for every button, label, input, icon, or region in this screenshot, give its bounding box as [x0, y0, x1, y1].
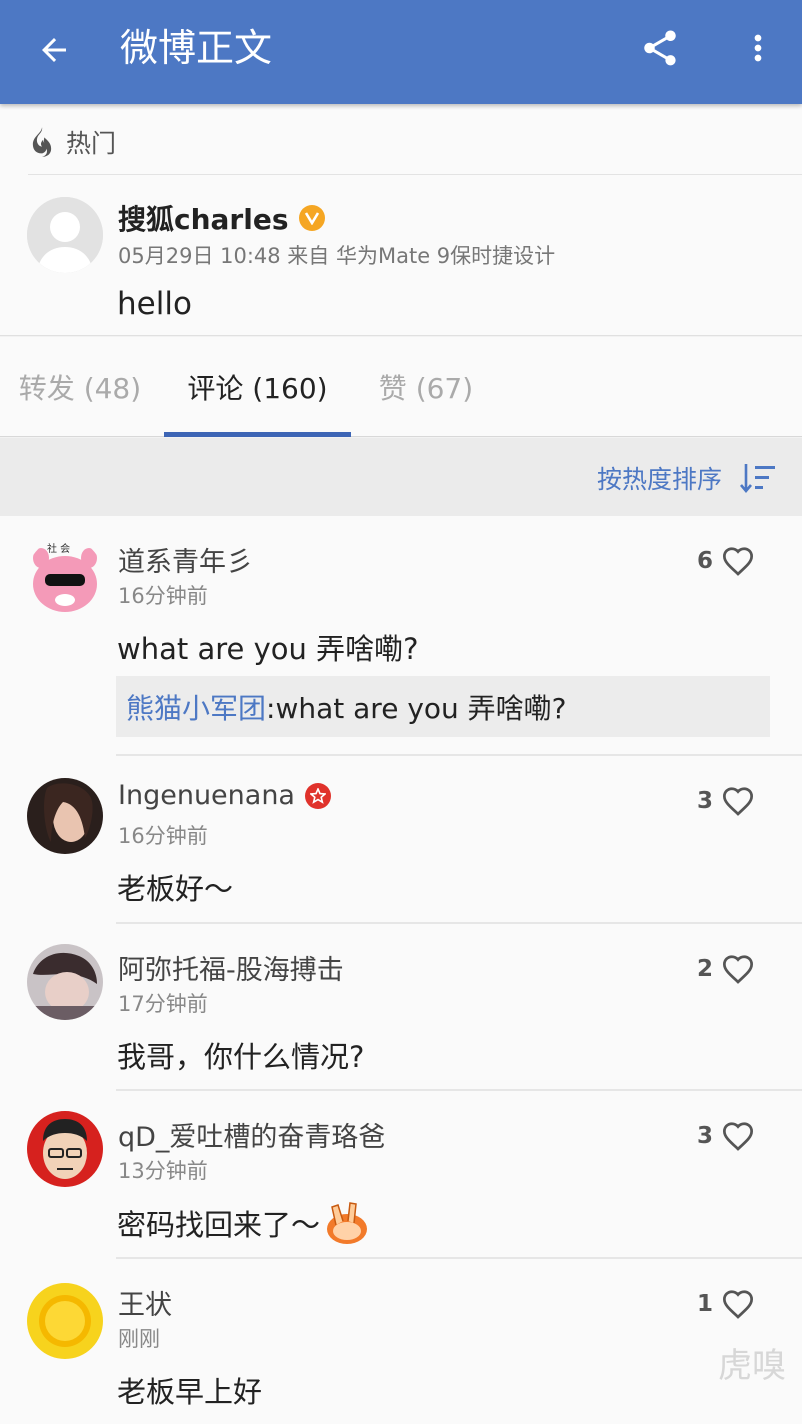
comment-text-content: 密码找回来了～ — [117, 1208, 321, 1242]
comment-text: 我哥，你什么情况? — [117, 1040, 365, 1074]
tab-bar: 转发 (48) 评论 (160) 赞 (67) — [0, 337, 802, 437]
avatar[interactable]: 社 会 — [27, 538, 103, 614]
back-button[interactable] — [30, 26, 78, 74]
comment-time: 13分钟前 — [118, 1159, 208, 1183]
avatar[interactable] — [27, 778, 103, 854]
like-count: 3 — [697, 788, 714, 814]
post-body: hello — [117, 286, 192, 322]
heart-icon — [723, 1290, 754, 1319]
like-button[interactable]: 3 — [697, 1121, 755, 1151]
comment-time: 16分钟前 — [118, 584, 208, 608]
heart-icon — [723, 1122, 754, 1151]
comment-text: 老板好～ — [117, 872, 234, 906]
user-photo-avatar-icon — [27, 778, 103, 854]
app-bar: 微博正文 — [0, 0, 802, 104]
default-avatar-icon — [27, 197, 103, 273]
comment-text: 密码找回来了～ — [117, 1201, 370, 1245]
comment-time: 17分钟前 — [118, 992, 208, 1016]
avatar[interactable] — [27, 1283, 103, 1359]
comment-author[interactable]: 王状 — [118, 1283, 172, 1322]
more-vert-icon — [754, 34, 762, 62]
hot-label: 热门 — [66, 129, 117, 158]
heart-icon — [723, 787, 754, 816]
cartoon-avatar-icon — [27, 1111, 103, 1187]
sort-bar: 按热度排序 — [0, 438, 802, 516]
svg-text:社 会: 社 会 — [47, 542, 70, 555]
comment-text: 老板早上好 — [117, 1375, 263, 1409]
comment-author[interactable]: qD_爱吐槽的奋青珞爸 — [118, 1115, 385, 1154]
author-name[interactable]: 搜狐charles — [118, 198, 325, 238]
share-icon — [644, 30, 676, 66]
tab-reposts[interactable]: 转发 (48) — [0, 337, 160, 437]
like-button[interactable]: 3 — [697, 786, 755, 816]
like-count: 3 — [697, 1123, 714, 1149]
author-name-text: 搜狐charles — [118, 203, 289, 236]
hot-tag: 热门 — [28, 122, 116, 162]
comment-time: 16分钟前 — [118, 824, 208, 848]
quoted-comment[interactable]: 熊猫小军团 :what are you 弄啥嘞? — [116, 676, 770, 737]
quoted-author[interactable]: 熊猫小军团 — [126, 687, 266, 727]
tab-likes[interactable]: 赞 (67) — [351, 337, 501, 437]
list-item: 社 会 道系青年彡 16分钟前 6 what are you 弄啥嘞? 熊猫小军… — [0, 516, 802, 756]
comment-text: what are you 弄啥嘞? — [117, 632, 419, 666]
like-button[interactable]: 1 — [697, 1289, 755, 1319]
list-item: 王状 刚刚 1 老板早上好 — [0, 1259, 802, 1424]
vip-badge-icon — [304, 782, 331, 809]
quoted-text: :what are you 弄啥嘞? — [266, 691, 567, 725]
tab-comments[interactable]: 评论 (160) — [164, 337, 351, 437]
arrow-back-icon — [42, 38, 66, 62]
watermark: 虎嗅 — [718, 1346, 786, 1386]
post-meta: 05月29日 10:48 来自 华为Mate 9保时捷设计 — [118, 244, 556, 268]
list-item: 阿弥托福-股海搏击 17分钟前 2 我哥，你什么情况? — [0, 924, 802, 1091]
more-options-button[interactable] — [738, 22, 778, 74]
author-avatar[interactable] — [27, 197, 103, 273]
comment-time: 刚刚 — [118, 1327, 160, 1351]
sun-avatar-icon — [27, 1283, 103, 1359]
comment-author[interactable]: 道系青年彡 — [118, 540, 253, 579]
list-item: qD_爱吐槽的奋青珞爸 13分钟前 3 密码找回来了～ — [0, 1091, 802, 1259]
heart-icon — [723, 955, 754, 984]
verified-badge-icon — [298, 205, 325, 231]
sort-icon[interactable] — [740, 462, 776, 494]
comment-author-text: Ingenuenana — [118, 780, 295, 811]
page-title: 微博正文 — [120, 26, 273, 70]
like-button[interactable]: 2 — [697, 954, 755, 984]
comment-author[interactable]: 阿弥托福-股海搏击 — [118, 948, 344, 987]
user-photo-avatar-icon — [27, 944, 103, 1020]
sort-button[interactable]: 按热度排序 — [597, 460, 722, 496]
comment-author[interactable]: Ingenuenana — [118, 780, 331, 811]
share-button[interactable] — [634, 22, 686, 74]
peace-emoji-icon — [327, 1202, 368, 1244]
weibo-post: 热门 搜狐charles 05月29日 10:48 来自 华为Mate 9保时捷… — [0, 104, 802, 336]
pig-avatar-icon: 社 会 — [27, 538, 103, 614]
divider — [28, 174, 802, 175]
list-item: Ingenuenana 16分钟前 3 老板好～ — [0, 756, 802, 924]
avatar[interactable] — [27, 1111, 103, 1187]
comment-list: 社 会 道系青年彡 16分钟前 6 what are you 弄啥嘞? 熊猫小军… — [0, 516, 802, 1424]
tab-indicator — [164, 432, 351, 437]
like-count: 2 — [697, 956, 714, 982]
heart-icon — [723, 547, 754, 576]
flame-icon — [32, 127, 52, 157]
like-count: 1 — [697, 1291, 714, 1317]
avatar[interactable] — [27, 944, 103, 1020]
like-count: 6 — [697, 548, 714, 574]
like-button[interactable]: 6 — [697, 546, 755, 576]
